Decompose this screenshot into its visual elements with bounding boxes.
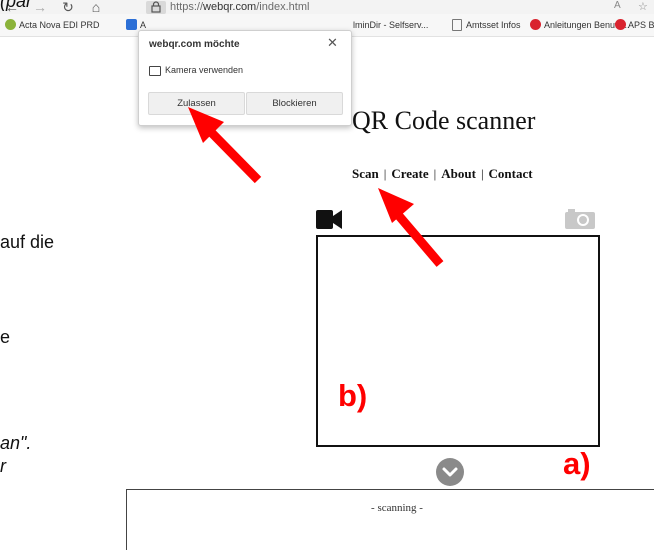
red-arrow-scan bbox=[378, 188, 444, 267]
annotation-arrows bbox=[188, 107, 444, 267]
red-arrow-popup bbox=[188, 107, 262, 184]
